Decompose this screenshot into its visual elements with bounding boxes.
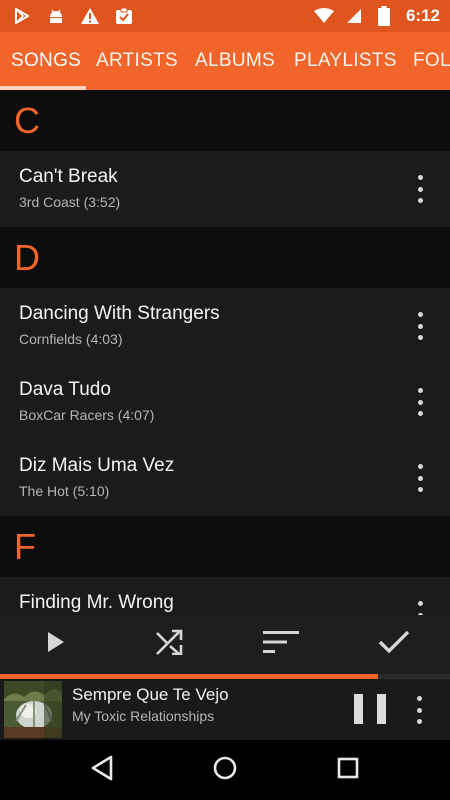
song-row[interactable]: Diz Mais Uma Vez The Hot (5:10) bbox=[0, 440, 450, 516]
home-circle-icon bbox=[213, 756, 237, 785]
album-art[interactable] bbox=[4, 681, 62, 738]
more-options-icon[interactable] bbox=[412, 464, 428, 492]
song-list[interactable]: C Can't Break 3rd Coast (3:52) D Dancing… bbox=[0, 90, 450, 615]
status-time: 6:12 bbox=[405, 6, 440, 25]
song-row[interactable]: Dancing With Strangers Cornfields (4:03) bbox=[0, 288, 450, 364]
back-triangle-icon bbox=[90, 755, 114, 786]
shuffle-icon bbox=[155, 629, 183, 660]
song-title: Diz Mais Uma Vez bbox=[19, 455, 175, 476]
now-playing-artist: My Toxic Relationships bbox=[72, 708, 215, 724]
now-playing-title: Sempre Que Te Vejo bbox=[72, 685, 229, 704]
tab-artists[interactable]: ARTISTS bbox=[96, 32, 178, 90]
shuffle-button[interactable] bbox=[113, 615, 226, 674]
tab-bar: SONGS ARTISTS ALBUMS PLAYLISTS FOL bbox=[0, 32, 450, 90]
more-options-icon[interactable] bbox=[412, 175, 428, 203]
pause-icon-bar-right bbox=[377, 694, 386, 724]
song-subtitle: Cornfields (4:03) bbox=[19, 331, 123, 347]
song-title: Can't Break bbox=[19, 166, 118, 187]
checklist-icon bbox=[114, 6, 134, 26]
song-title: Dancing With Strangers bbox=[19, 303, 220, 324]
song-title: Dava Tudo bbox=[19, 379, 111, 400]
play-store-icon bbox=[12, 6, 32, 26]
tab-folders[interactable]: FOL bbox=[413, 32, 450, 90]
sort-button[interactable] bbox=[225, 615, 338, 674]
select-button[interactable] bbox=[338, 615, 450, 674]
tab-albums[interactable]: ALBUMS bbox=[195, 32, 275, 90]
song-subtitle: The Hot (5:10) bbox=[19, 483, 110, 499]
play-icon bbox=[45, 630, 67, 659]
more-options-icon[interactable] bbox=[412, 312, 428, 340]
section-header-f: F bbox=[0, 516, 450, 577]
play-all-button[interactable] bbox=[0, 615, 113, 674]
song-row[interactable]: Dava Tudo BoxCar Racers (4:07) bbox=[0, 364, 450, 440]
section-header-d: D bbox=[0, 227, 450, 288]
home-button[interactable] bbox=[205, 750, 245, 790]
pause-button[interactable] bbox=[354, 694, 386, 726]
navigation-bar bbox=[0, 740, 450, 800]
now-playing-bar[interactable]: Sempre Que Te Vejo My Toxic Relationship… bbox=[0, 679, 450, 740]
song-row[interactable]: Can't Break 3rd Coast (3:52) bbox=[0, 151, 450, 227]
android-debug-icon bbox=[46, 6, 66, 26]
sort-icon bbox=[263, 630, 300, 659]
song-title: Finding Mr. Wrong bbox=[19, 592, 174, 613]
now-playing-more-icon[interactable] bbox=[412, 696, 426, 724]
more-options-icon[interactable] bbox=[412, 388, 428, 416]
battery-icon bbox=[374, 6, 394, 26]
song-subtitle: BoxCar Racers (4:07) bbox=[19, 407, 155, 423]
warning-icon bbox=[80, 6, 100, 26]
song-row[interactable]: Finding Mr. Wrong bbox=[0, 577, 450, 615]
check-icon bbox=[378, 630, 410, 659]
action-bar bbox=[0, 615, 450, 674]
tab-songs[interactable]: SONGS bbox=[11, 32, 81, 90]
wifi-icon bbox=[313, 6, 334, 26]
signal-icon bbox=[344, 6, 364, 26]
pause-icon-bar-left bbox=[354, 694, 363, 724]
recents-button[interactable] bbox=[328, 750, 368, 790]
recents-square-icon bbox=[337, 757, 359, 784]
section-header-c: C bbox=[0, 90, 450, 151]
more-options-icon[interactable] bbox=[412, 601, 428, 615]
tab-playlists[interactable]: PLAYLISTS bbox=[294, 32, 397, 90]
status-bar: 6:12 bbox=[0, 0, 450, 32]
back-button[interactable] bbox=[82, 750, 122, 790]
song-subtitle: 3rd Coast (3:52) bbox=[19, 194, 121, 210]
